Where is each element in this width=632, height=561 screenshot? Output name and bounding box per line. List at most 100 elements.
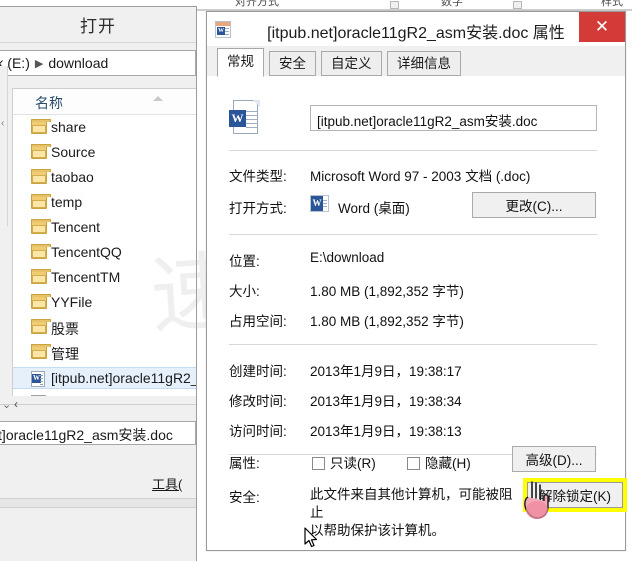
value-size: 1.80 MB (1,892,352 字节) xyxy=(310,284,464,299)
security-message-line1: 此文件来自其他计算机，可能被阻止 xyxy=(310,487,513,520)
office-ribbon-strip: 对齐方式 数字 样式 xyxy=(183,0,632,11)
breadcrumb-folder[interactable]: download xyxy=(48,55,108,71)
folder-tab xyxy=(31,319,51,322)
word-app-icon: W xyxy=(310,195,329,212)
file-list-item[interactable]: taobao xyxy=(13,167,196,189)
folder-icon xyxy=(31,244,51,259)
doc-ln-1 xyxy=(40,375,43,376)
divider-3 xyxy=(229,344,597,345)
open-dialog-divider xyxy=(0,404,196,405)
file-list-item-label: 股票 xyxy=(51,321,79,337)
value-location: E:\download xyxy=(310,250,385,265)
file-list-item-label: temp xyxy=(51,194,83,210)
security-message-line2: 以帮助保护该计算机。 xyxy=(310,523,445,538)
file-list-item[interactable]: TencentTM xyxy=(13,267,196,289)
tab-3[interactable]: 详细信息 xyxy=(387,51,461,76)
open-dialog-resize-icon[interactable]: ⌄ xyxy=(2,398,11,411)
file-list-item[interactable]: Tencent xyxy=(13,217,196,239)
file-list-item-label: [itpub.net]oracle11gR2_as xyxy=(51,370,196,386)
doc-line-2 xyxy=(246,115,257,116)
ribbon-group-number: 数字 xyxy=(441,0,463,8)
folder-tab xyxy=(31,244,51,247)
close-button[interactable]: ✕ xyxy=(579,12,625,42)
label-created: 创建时间: xyxy=(229,364,287,379)
divider-1 xyxy=(229,150,597,151)
sort-ascending-icon xyxy=(153,96,163,101)
tab-0[interactable]: 常规 xyxy=(217,48,264,77)
file-list-item[interactable]: Source xyxy=(13,142,196,164)
doc-line-5 xyxy=(246,127,257,128)
dialog-launcher-icon-2[interactable] xyxy=(513,1,522,9)
folder-icon xyxy=(31,144,51,159)
properties-dialog: W [itpub.net]oracle11gR2_asm安装.doc 属性 ✕ … xyxy=(206,11,627,551)
doc-ln-4 xyxy=(40,384,43,385)
file-list-item[interactable]: 管理 xyxy=(13,342,196,364)
open-dialog-top-border xyxy=(0,6,196,7)
folder-icon xyxy=(31,119,51,134)
breadcrumb-separator-icon: ▶ xyxy=(34,58,44,70)
word-app-w-letter: W xyxy=(311,196,323,211)
properties-titlebar[interactable]: W [itpub.net]oracle11gR2_asm安装.doc 属性 ✕ xyxy=(207,12,625,46)
folder-tab xyxy=(31,344,51,347)
folder-front xyxy=(32,175,46,183)
value-created: 2013年1月9日，19:38:17 xyxy=(310,364,462,379)
folder-tab xyxy=(31,219,51,222)
hidden-checkbox-box[interactable] xyxy=(407,457,420,470)
column-header-name[interactable]: 名称 xyxy=(35,93,63,113)
readonly-checkbox-box[interactable] xyxy=(312,457,325,470)
folder-icon xyxy=(31,344,51,359)
address-bar[interactable]: Work (E:)▶download chevron-down-icon xyxy=(0,50,196,76)
word-doc-icon: W xyxy=(31,371,45,387)
address-bar-path: Work (E:)▶download xyxy=(0,55,108,71)
doc-line-1 xyxy=(246,111,257,112)
folder-front xyxy=(32,225,46,233)
file-list-item[interactable]: W [itpub.net]oracle11gR2_as xyxy=(13,367,196,389)
label-security: 安全: xyxy=(229,490,260,505)
open-dialog-back-icon[interactable]: ‹ xyxy=(14,397,18,411)
label-size: 大小: xyxy=(229,284,260,299)
file-list-column-header[interactable]: 名称 xyxy=(13,89,196,115)
value-modified: 2013年1月9日，19:38:34 xyxy=(310,394,462,409)
security-message: 此文件来自其他计算机，可能被阻止 以帮助保护该计算机。 xyxy=(310,486,525,540)
dialog-launcher-icon[interactable] xyxy=(390,1,399,9)
file-list-item-label: share xyxy=(51,119,87,135)
doc-ln-3 xyxy=(40,381,43,382)
file-list-item[interactable]: 腾讯微信技术总监周题：一位 xyxy=(13,392,196,396)
file-list-item[interactable]: TencentQQ xyxy=(13,242,196,264)
file-list-item[interactable]: 股票 xyxy=(13,317,196,339)
advanced-button[interactable]: 高级(D)... xyxy=(512,446,596,472)
folder-front xyxy=(32,275,46,283)
value-opens-with: Word (桌面) xyxy=(338,201,410,216)
label-modified: 修改时间: xyxy=(229,394,287,409)
tab-1[interactable]: 安全 xyxy=(269,51,316,76)
folder-front xyxy=(32,350,46,358)
folder-tab xyxy=(31,169,51,172)
label-attributes: 属性: xyxy=(229,456,260,471)
file-list-item-label: Tencent xyxy=(51,219,101,235)
nav-pane-collapse-icon[interactable]: ‹ xyxy=(1,118,4,129)
tools-button[interactable]: 工具( xyxy=(152,474,182,493)
folder-icon xyxy=(31,319,51,334)
file-list[interactable]: 名称 share Source taobao temp Tencent TencentQQ… xyxy=(12,88,196,396)
properties-tabstrip: 常规 安全 自定义 详细信息 xyxy=(207,46,625,77)
folder-tab xyxy=(31,119,51,122)
screenshot-root: 对齐方式 数字 样式 打开 Work (E:)▶download chevron… xyxy=(0,0,632,561)
folder-front xyxy=(32,200,46,208)
file-list-item[interactable]: YYFile xyxy=(13,292,196,314)
tab-2[interactable]: 自定义 xyxy=(321,51,382,76)
change-button[interactable]: 更改(C)... xyxy=(472,192,596,218)
open-dialog-left-rail xyxy=(0,66,8,226)
unblock-button[interactable]: 解除锁定(K) xyxy=(527,482,623,508)
file-list-item[interactable]: share xyxy=(13,117,196,139)
divider-2 xyxy=(229,234,597,235)
filename-field[interactable]: [itpub.net]oracle11gR2_asm安装.doc xyxy=(310,105,597,131)
folder-icon xyxy=(31,294,51,309)
ribbon-group-styles: 样式 xyxy=(601,0,623,8)
folder-tab xyxy=(31,194,51,197)
hidden-checkbox[interactable]: 隐藏(H) xyxy=(407,452,471,472)
file-list-item-label: 管理 xyxy=(51,346,79,362)
readonly-checkbox[interactable]: 只读(R) xyxy=(312,452,376,472)
label-size-on-disk: 占用空间: xyxy=(229,314,287,329)
file-list-item[interactable]: temp xyxy=(13,192,196,214)
filename-input[interactable]: ub.net]oracle11gR2_asm安装.doc xyxy=(0,421,196,445)
